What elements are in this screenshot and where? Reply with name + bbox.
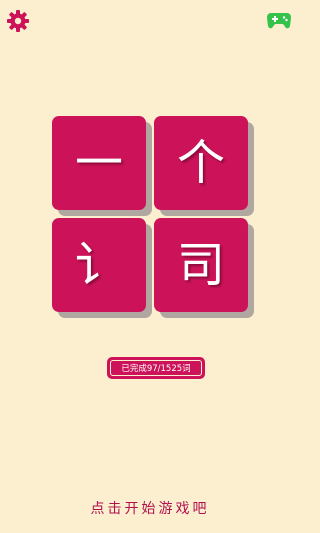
gamepad-icon[interactable] xyxy=(266,10,292,30)
gear-icon[interactable] xyxy=(6,9,30,33)
progress-label: 已完成97/1525词 xyxy=(110,360,202,376)
word-tile-4[interactable]: 司 xyxy=(154,218,248,312)
start-game-prompt[interactable]: 点击开始游戏吧 xyxy=(0,498,300,518)
word-tile-3[interactable]: 讠 xyxy=(52,218,146,312)
progress-badge: 已完成97/1525词 xyxy=(108,358,204,378)
word-tile-grid: 一 个 讠 司 xyxy=(52,116,248,312)
game-screen: 一 个 讠 司 已完成97/1525词 点击开始游戏吧 xyxy=(0,0,300,533)
word-tile-1[interactable]: 一 xyxy=(52,116,146,210)
word-tile-2[interactable]: 个 xyxy=(154,116,248,210)
